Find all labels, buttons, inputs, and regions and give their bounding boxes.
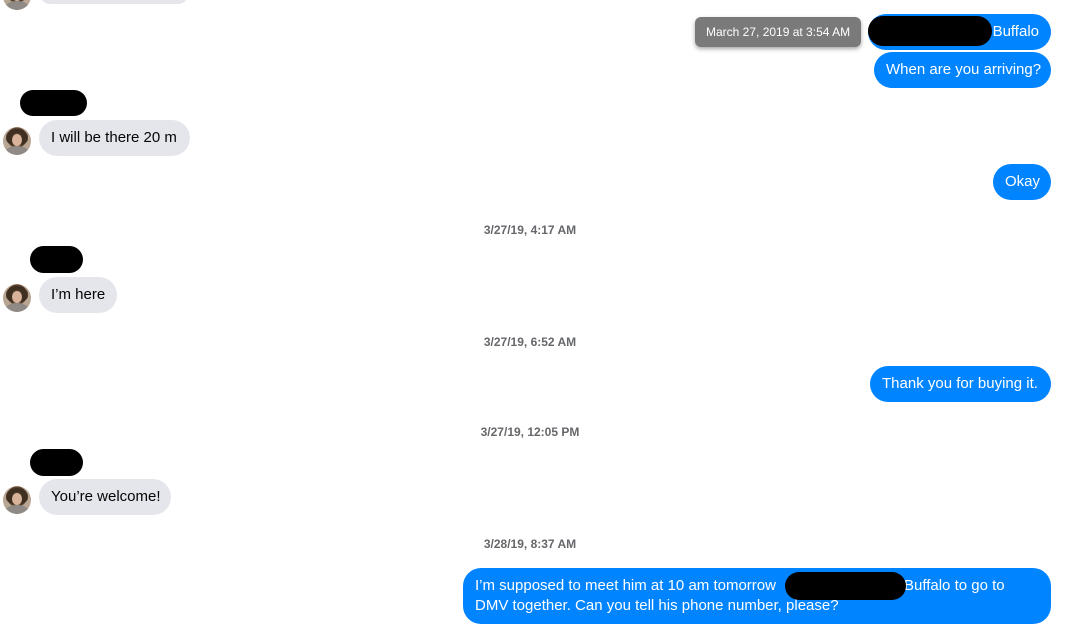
message-line: I’m supposed to meet him at 10 am tomorr… xyxy=(475,576,1039,596)
message-text: I will be there 20 m xyxy=(51,129,177,146)
message-bubble-incoming[interactable]: I will be there 20 m xyxy=(39,120,190,156)
sender-name-redacted xyxy=(30,449,83,476)
message-text: Thank you for buying it. xyxy=(882,375,1038,392)
message-text: Okay xyxy=(1005,173,1041,190)
message-bubble-outgoing[interactable]: Okay xyxy=(993,164,1051,200)
message-text: I’m supposed to meet him at 10 am tomorr… xyxy=(475,577,776,594)
message-timestamp: 3/27/19, 12:05 PM xyxy=(480,425,580,439)
redaction-mark xyxy=(785,572,906,600)
message-timestamp: 3/27/19, 4:17 AM xyxy=(483,223,577,237)
avatar-shoulders xyxy=(5,505,29,514)
message-text: When are you arriving? xyxy=(886,61,1042,78)
message-time-tooltip: March 27, 2019 at 3:54 AM xyxy=(695,17,862,47)
avatar-face xyxy=(12,291,22,303)
sender-name-redacted xyxy=(20,90,87,116)
message-text: I’m here xyxy=(51,286,106,303)
message-bubble-incoming[interactable]: You’re welcome! xyxy=(39,479,171,515)
message-timestamp: 3/27/19, 6:52 AM xyxy=(483,335,577,349)
avatar-shoulders xyxy=(5,303,29,312)
message-text: DMV together. Can you tell his phone num… xyxy=(475,597,839,614)
sender-name-redacted xyxy=(30,246,83,273)
message-bubble-outgoing[interactable]: When are you arriving? xyxy=(874,52,1051,88)
message-bubble-incoming[interactable]: I’m here xyxy=(39,277,117,313)
message-bubble-outgoing[interactable]: Thank you for buying it. xyxy=(870,366,1051,402)
avatar[interactable] xyxy=(3,127,31,155)
avatar[interactable] xyxy=(3,284,31,312)
message-text: You’re welcome! xyxy=(51,488,161,505)
message-bubble-outgoing[interactable]: I’m supposed to meet him at 10 am tomorr… xyxy=(463,568,1051,624)
message-text: Buffalo to go to xyxy=(903,577,1005,594)
avatar-shoulders xyxy=(5,146,29,155)
message-bubble-incoming-cut[interactable] xyxy=(40,0,188,4)
avatar-face xyxy=(12,493,22,505)
message-text: Buffalo xyxy=(992,23,1039,40)
message-line: DMV together. Can you tell his phone num… xyxy=(475,596,1039,616)
redaction-mark xyxy=(868,16,992,46)
avatar-shoulders xyxy=(5,1,29,10)
avatar[interactable] xyxy=(3,0,31,10)
avatar[interactable] xyxy=(3,486,31,514)
message-timestamp: 3/28/19, 8:37 AM xyxy=(483,537,577,551)
avatar-face xyxy=(12,134,22,146)
